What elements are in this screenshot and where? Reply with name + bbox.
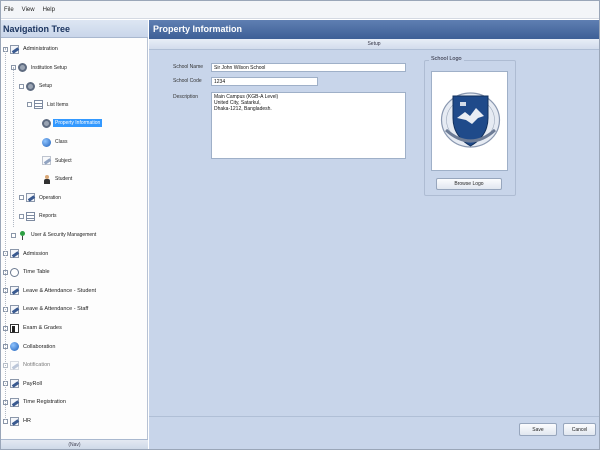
property-info-icon	[42, 118, 51, 128]
description-label: Description	[173, 94, 199, 100]
school-name-field[interactable]: Sir John Wilson School	[211, 63, 406, 72]
tree-item-label: Administration	[23, 46, 58, 52]
tree-item[interactable]: Time Registration	[3, 395, 68, 409]
page-title: Property Information	[149, 20, 599, 39]
menu-view[interactable]: View	[22, 7, 35, 13]
description-line: Dhaka-1212, Bangladesh.	[214, 106, 272, 112]
tree-item[interactable]: Subject	[35, 154, 74, 168]
navigation-title: Navigation Tree	[1, 20, 148, 38]
tree-item-label: Subject	[55, 157, 72, 164]
exam-icon	[10, 323, 19, 333]
tree-item-label: Leave & Attendance - Staff	[23, 306, 89, 313]
tree-item-label: Notification	[23, 362, 51, 369]
notification-icon	[10, 360, 19, 370]
tree-item-label: Institution Setup	[31, 64, 67, 71]
leave-staff-icon	[10, 304, 19, 314]
class-icon	[42, 137, 51, 147]
timetable-icon	[10, 267, 19, 277]
tree-item-label: Time Table	[23, 269, 50, 276]
tree-item-label: Collaboration	[23, 343, 56, 350]
tree-item-label: Reports	[39, 213, 57, 220]
tree-item[interactable]: Admission	[3, 247, 50, 261]
tree-item[interactable]: Administration	[3, 42, 60, 56]
section-header: Setup	[149, 39, 599, 50]
tree-item[interactable]: Property Information	[35, 116, 103, 130]
tree-item-label: Property Information	[53, 119, 103, 128]
tree-item-label: Exam & Grades	[23, 325, 62, 331]
payroll-icon	[10, 379, 19, 389]
school-code-field[interactable]: 1234	[211, 77, 318, 86]
time-registration-icon	[10, 397, 19, 407]
tree-item[interactable]: Class	[35, 135, 70, 149]
tree-item-label: List Items	[47, 101, 69, 108]
menu-bar: File View Help	[1, 1, 599, 19]
tree-item[interactable]: HR	[3, 414, 33, 428]
tree-guide-line	[5, 48, 6, 420]
tree-item[interactable]: User & Security Management	[11, 228, 98, 242]
tree-item-label: Setup	[39, 83, 53, 90]
expand-icon[interactable]	[19, 195, 24, 201]
collapse-icon[interactable]	[27, 102, 32, 108]
collapse-icon[interactable]	[19, 83, 24, 89]
collaboration-icon	[10, 342, 19, 352]
cancel-button[interactable]: Cancel	[563, 423, 596, 436]
tree-item-label: User & Security Management	[31, 232, 97, 238]
main-panel: Property Information Setup School Name S…	[149, 20, 599, 449]
menu-file[interactable]: File	[4, 7, 14, 13]
tree-item[interactable]: Exam & Grades	[3, 321, 64, 335]
admission-icon	[10, 249, 19, 259]
school-logo-caption: School Logo	[429, 56, 464, 62]
student-icon	[42, 174, 51, 184]
tree-item[interactable]: Reports	[19, 209, 59, 223]
menu-help[interactable]: Help	[43, 7, 55, 13]
tree-item[interactable]: Student	[35, 172, 74, 186]
tree-item-label: Operation	[39, 194, 61, 201]
operation-icon	[26, 193, 35, 203]
navigation-panel: Navigation Tree Administration Institutio…	[1, 20, 148, 449]
navigation-tree: Administration Institution Setup Setup List…	[1, 40, 147, 440]
tree-guide-line	[13, 67, 14, 227]
tree-item[interactable]: Notification	[3, 358, 52, 372]
tree-item[interactable]: Institution Setup	[11, 61, 69, 75]
tree-item[interactable]: Operation	[19, 191, 63, 205]
tree-item[interactable]: List Items	[27, 98, 70, 112]
school-crest-icon	[440, 92, 501, 148]
tree-item[interactable]: Time Table	[3, 265, 52, 279]
list-items-icon	[34, 100, 43, 110]
save-button[interactable]: Save	[519, 423, 557, 436]
description-field[interactable]: Main Campus (KGB-A Level) United City, S…	[211, 92, 406, 159]
tree-item-label: Class	[55, 139, 68, 145]
hr-icon	[10, 416, 19, 426]
school-logo-image	[431, 71, 508, 171]
tree-item[interactable]: Collaboration	[3, 340, 57, 354]
tree-item[interactable]: PayRoll	[3, 377, 44, 391]
tree-item[interactable]: Leave & Attendance - Student	[3, 284, 98, 298]
reports-icon	[26, 211, 35, 221]
app-window: File View Help Navigation Tree Administr…	[0, 0, 600, 450]
expand-icon[interactable]	[11, 232, 16, 238]
expand-icon[interactable]	[19, 213, 24, 219]
security-icon	[18, 230, 27, 240]
leave-student-icon	[10, 286, 19, 296]
tree-item-label: HR	[23, 418, 31, 424]
tree-item-label: Time Registration	[23, 399, 66, 406]
browse-logo-button[interactable]: Browse Logo	[436, 178, 502, 190]
admin-icon	[10, 44, 19, 54]
institution-icon	[18, 63, 27, 73]
tree-item-label: PayRoll	[23, 380, 42, 387]
tree-item[interactable]: Leave & Attendance - Staff	[3, 302, 90, 316]
tree-item-label: Leave & Attendance - Student	[23, 287, 97, 294]
school-code-label: School Code	[173, 78, 202, 84]
tree-item-label: Admission	[23, 250, 49, 257]
subject-icon	[42, 156, 51, 166]
school-name-label: School Name	[173, 64, 204, 70]
tree-item-label: Student	[55, 176, 73, 183]
tree-item[interactable]: Setup	[19, 79, 54, 93]
navigation-footer: (Nav)	[1, 439, 148, 449]
setup-icon	[26, 81, 35, 91]
